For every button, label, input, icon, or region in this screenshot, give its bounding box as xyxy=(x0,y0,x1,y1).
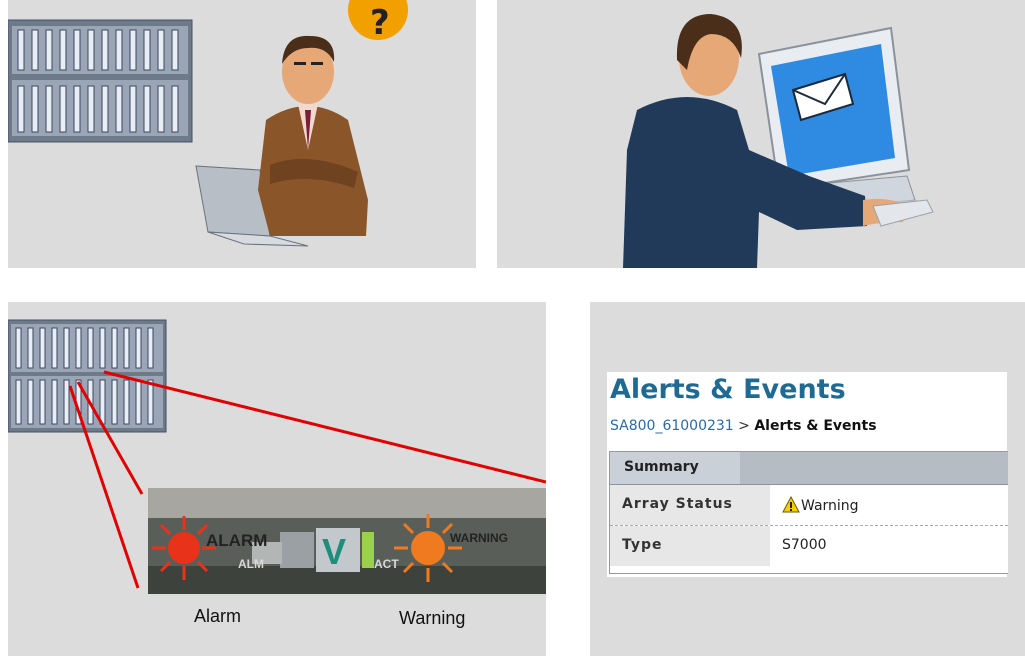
table-header-summary: Summary xyxy=(624,459,699,475)
warning-led-icon xyxy=(394,514,462,582)
row-key: Type xyxy=(622,537,663,553)
alm-led-label: ALM xyxy=(238,557,264,571)
illustration-troubleshoot: ? xyxy=(8,0,476,268)
troubleshoot-illustration: ? xyxy=(8,0,408,247)
storage-array-icon xyxy=(8,19,193,143)
breadcrumb: SA800_61000231 > Alerts & Events xyxy=(610,418,877,434)
led-illustration: V ALARM WARNING ALM ACT xyxy=(8,319,546,594)
type-value: S7000 xyxy=(782,537,827,553)
act-led-label: ACT xyxy=(374,557,399,571)
warning-led-label: WARNING xyxy=(450,531,508,545)
warning-caption: Warning xyxy=(399,608,466,628)
svg-text:V: V xyxy=(322,531,346,572)
alarm-led-label: ALARM xyxy=(206,531,267,550)
array-status-value: Warning xyxy=(801,498,859,514)
illustration-led-indicators: V ALARM WARNING ALM ACT Alarm Warning xyxy=(8,302,546,656)
man-figure xyxy=(258,35,368,236)
page-title: Alerts & Events xyxy=(610,374,846,405)
alarm-caption: Alarm xyxy=(194,606,242,626)
table-row-array-status: Array Status Warning xyxy=(610,485,1008,525)
svg-text:?: ? xyxy=(370,3,390,43)
illustration-email-notification xyxy=(497,0,1025,268)
alerts-events-panel: Alerts & Events SA800_61000231 > Alerts … xyxy=(590,302,1025,656)
table-row-type: Type S7000 xyxy=(610,526,1008,566)
summary-table: Summary Array Status Warning Type S7000 xyxy=(609,451,1008,574)
question-icon: ? xyxy=(348,0,408,43)
breadcrumb-link-array[interactable]: SA800_61000231 xyxy=(610,418,734,434)
table-header: Summary xyxy=(610,452,1008,485)
email-illustration xyxy=(623,14,934,268)
warning-icon xyxy=(782,496,800,513)
breadcrumb-separator: > xyxy=(738,418,750,434)
breadcrumb-current: Alerts & Events xyxy=(754,418,877,434)
storage-array-icon xyxy=(8,319,167,433)
row-key: Array Status xyxy=(622,496,733,512)
alerts-events-card: Alerts & Events SA800_61000231 > Alerts … xyxy=(607,372,1008,577)
